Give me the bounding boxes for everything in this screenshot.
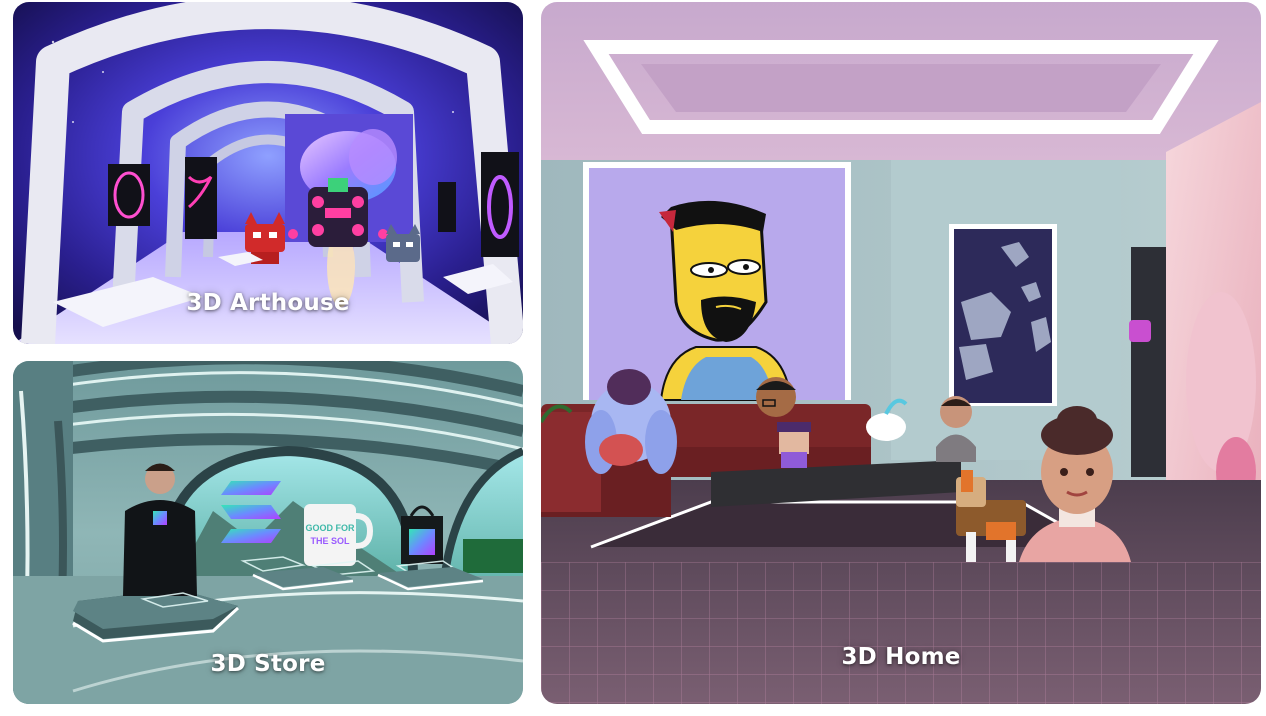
arthouse-tile[interactable]: 3D Arthouse [13, 2, 523, 344]
store-label: 3D Store [210, 651, 326, 677]
home-scene [541, 2, 1261, 704]
home-label: 3D Home [841, 644, 961, 670]
mug-text-line2: THE SOL [310, 536, 350, 546]
home-tile[interactable]: 3D Home [541, 2, 1261, 704]
store-tile[interactable]: GOOD FOR THE SOL 3D Store [13, 361, 523, 704]
mug-text-line1: GOOD FOR [306, 523, 355, 533]
arthouse-label: 3D Arthouse [186, 290, 350, 316]
